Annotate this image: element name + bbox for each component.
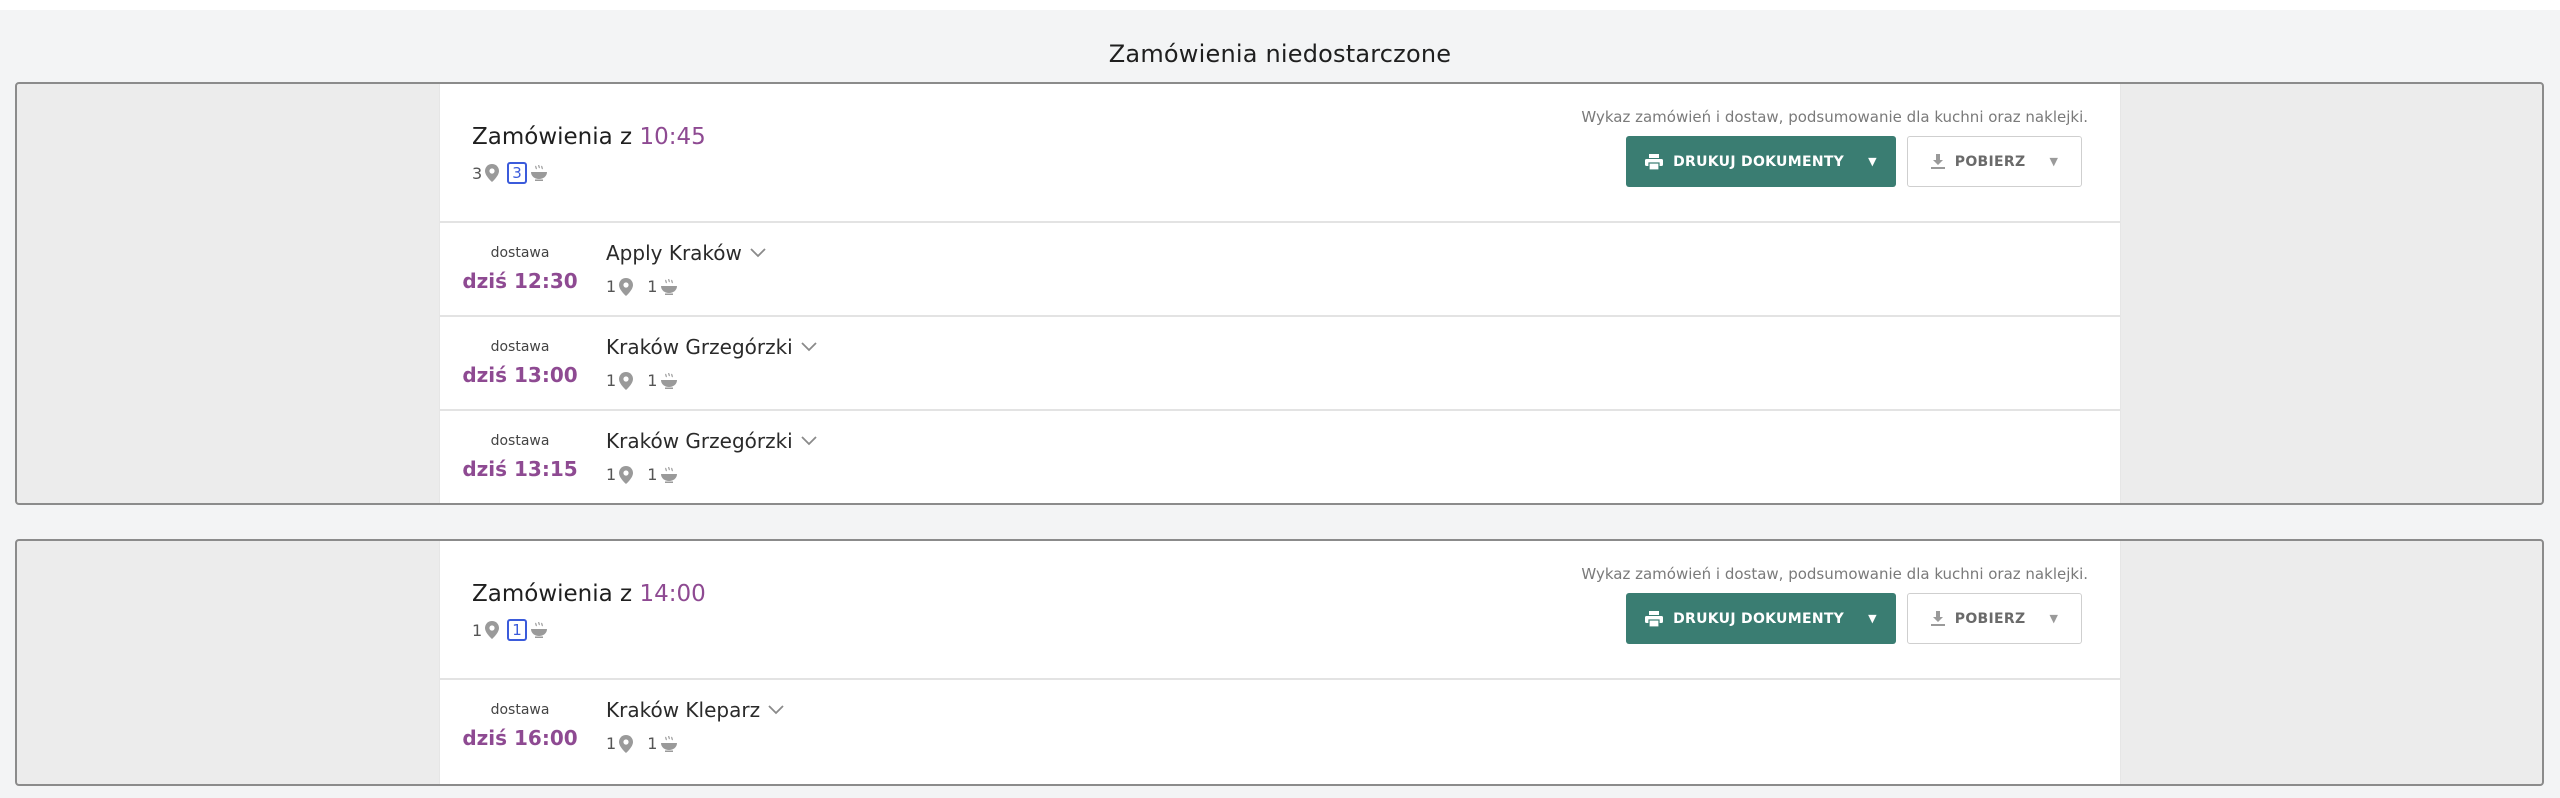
location-pin-icon <box>485 621 500 639</box>
meals-count: 1 <box>647 277 658 296</box>
caret-down-icon: ▼ <box>1868 155 1877 168</box>
chevron-down-icon[interactable] <box>801 436 817 446</box>
delivery-row[interactable]: dostawa dziś 12:30 Apply Kraków 1 1 <box>440 223 2120 317</box>
chevron-down-icon[interactable] <box>801 342 817 352</box>
delivery-name[interactable]: Kraków Grzegórzki <box>606 335 817 359</box>
delivery-label: dostawa <box>490 339 550 355</box>
locations-count: 1 <box>606 465 617 484</box>
print-documents-label: DRUKUJ DOKUMENTY <box>1673 153 1845 170</box>
locations-count: 3 <box>472 163 483 183</box>
delivery-name-text: Kraków Kleparz <box>606 698 761 722</box>
caret-down-icon: ▼ <box>2049 612 2059 625</box>
print-documents-label: DRUKUJ DOKUMENTY <box>1673 610 1845 627</box>
order-batch-panel: Zamówienia z 10:45 3 3 Wykaz zamówień i … <box>439 84 2121 503</box>
meal-bowl-icon <box>660 278 678 295</box>
printer-icon <box>1645 610 1664 627</box>
meals-count[interactable]: 1 <box>507 619 527 641</box>
delivery-label: dostawa <box>490 245 550 261</box>
delivery-row[interactable]: dostawa dziś 13:15 Kraków Grzegórzki 1 1 <box>440 411 2120 503</box>
page: Zamówienia niedostarczone Zamówienia z 1… <box>0 10 2560 798</box>
order-batch-panel: Zamówienia z 14:00 1 1 Wykaz zamówień i … <box>439 541 2121 784</box>
meal-bowl-icon <box>530 165 548 181</box>
meal-bowl-icon <box>660 735 678 752</box>
page-title: Zamówienia niedostarczone <box>1108 40 1452 68</box>
chevron-down-icon[interactable] <box>750 248 766 258</box>
chevron-down-icon[interactable] <box>768 705 784 715</box>
documents-description: Wykaz zamówień i dostaw, podsumowanie dl… <box>1581 108 2088 126</box>
download-button[interactable]: POBIERZ ▼ <box>1907 593 2082 644</box>
delivery-name-text: Apply Kraków <box>606 241 742 265</box>
delivery-row[interactable]: dostawa dziś 16:00 Kraków Kleparz 1 1 <box>440 680 2120 772</box>
batch-title-prefix: Zamówienia z <box>472 581 633 607</box>
location-pin-icon <box>485 164 500 182</box>
locations-count: 1 <box>606 277 617 296</box>
print-documents-button[interactable]: DRUKUJ DOKUMENTY ▼ <box>1626 593 1896 644</box>
delivery-stats: 1 1 <box>606 277 678 296</box>
delivery-time: dziś 13:15 <box>462 457 578 481</box>
download-button[interactable]: POBIERZ ▼ <box>1907 136 2082 187</box>
download-label: POBIERZ <box>1954 153 2026 170</box>
delivery-name[interactable]: Kraków Grzegórzki <box>606 429 817 453</box>
location-pin-icon <box>619 734 634 753</box>
documents-description: Wykaz zamówień i dostaw, podsumowanie dl… <box>1581 565 2088 583</box>
delivery-row[interactable]: dostawa dziś 13:00 Kraków Grzegórzki 1 1 <box>440 317 2120 411</box>
order-batch-group: Zamówienia z 10:45 3 3 Wykaz zamówień i … <box>15 82 2544 505</box>
download-icon <box>1930 153 1945 170</box>
location-pin-icon <box>619 371 634 390</box>
delivery-time: dziś 13:00 <box>462 363 578 387</box>
batch-title-prefix: Zamówienia z <box>472 124 633 150</box>
batch-time: 14:00 <box>639 581 706 607</box>
delivery-time: dziś 16:00 <box>462 726 578 750</box>
meals-count: 1 <box>647 734 658 753</box>
delivery-stats: 1 1 <box>606 734 678 753</box>
batch-time: 10:45 <box>639 124 706 150</box>
meal-bowl-icon <box>660 372 678 389</box>
print-documents-button[interactable]: DRUKUJ DOKUMENTY ▼ <box>1626 136 1896 187</box>
batch-stats: 1 1 <box>472 619 548 641</box>
batch-title: Zamówienia z 14:00 <box>472 581 706 607</box>
location-pin-icon <box>619 465 634 484</box>
locations-count: 1 <box>472 620 483 640</box>
order-batch-group: Zamówienia z 14:00 1 1 Wykaz zamówień i … <box>15 539 2544 786</box>
download-icon <box>1930 610 1945 627</box>
delivery-stats: 1 1 <box>606 371 678 390</box>
delivery-time: dziś 12:30 <box>462 269 578 293</box>
caret-down-icon: ▼ <box>1868 612 1877 625</box>
meals-count: 1 <box>647 371 658 390</box>
batch-header: Zamówienia z 14:00 1 1 Wykaz zamówień i … <box>440 541 2120 680</box>
delivery-name-text: Kraków Grzegórzki <box>606 429 793 453</box>
meals-count: 1 <box>647 465 658 484</box>
meal-bowl-icon <box>660 466 678 483</box>
printer-icon <box>1645 153 1664 170</box>
batch-title: Zamówienia z 10:45 <box>472 124 706 150</box>
meal-bowl-icon <box>530 622 548 638</box>
batch-stats: 3 3 <box>472 162 548 184</box>
batch-header: Zamówienia z 10:45 3 3 Wykaz zamówień i … <box>440 84 2120 223</box>
location-pin-icon <box>619 277 634 296</box>
delivery-label: dostawa <box>490 702 550 718</box>
download-label: POBIERZ <box>1954 610 2026 627</box>
delivery-name-text: Kraków Grzegórzki <box>606 335 793 359</box>
delivery-name[interactable]: Apply Kraków <box>606 241 766 265</box>
delivery-label: dostawa <box>490 433 550 449</box>
caret-down-icon: ▼ <box>2049 155 2059 168</box>
delivery-stats: 1 1 <box>606 465 678 484</box>
meals-count[interactable]: 3 <box>507 162 527 184</box>
locations-count: 1 <box>606 734 617 753</box>
delivery-name[interactable]: Kraków Kleparz <box>606 698 784 722</box>
locations-count: 1 <box>606 371 617 390</box>
